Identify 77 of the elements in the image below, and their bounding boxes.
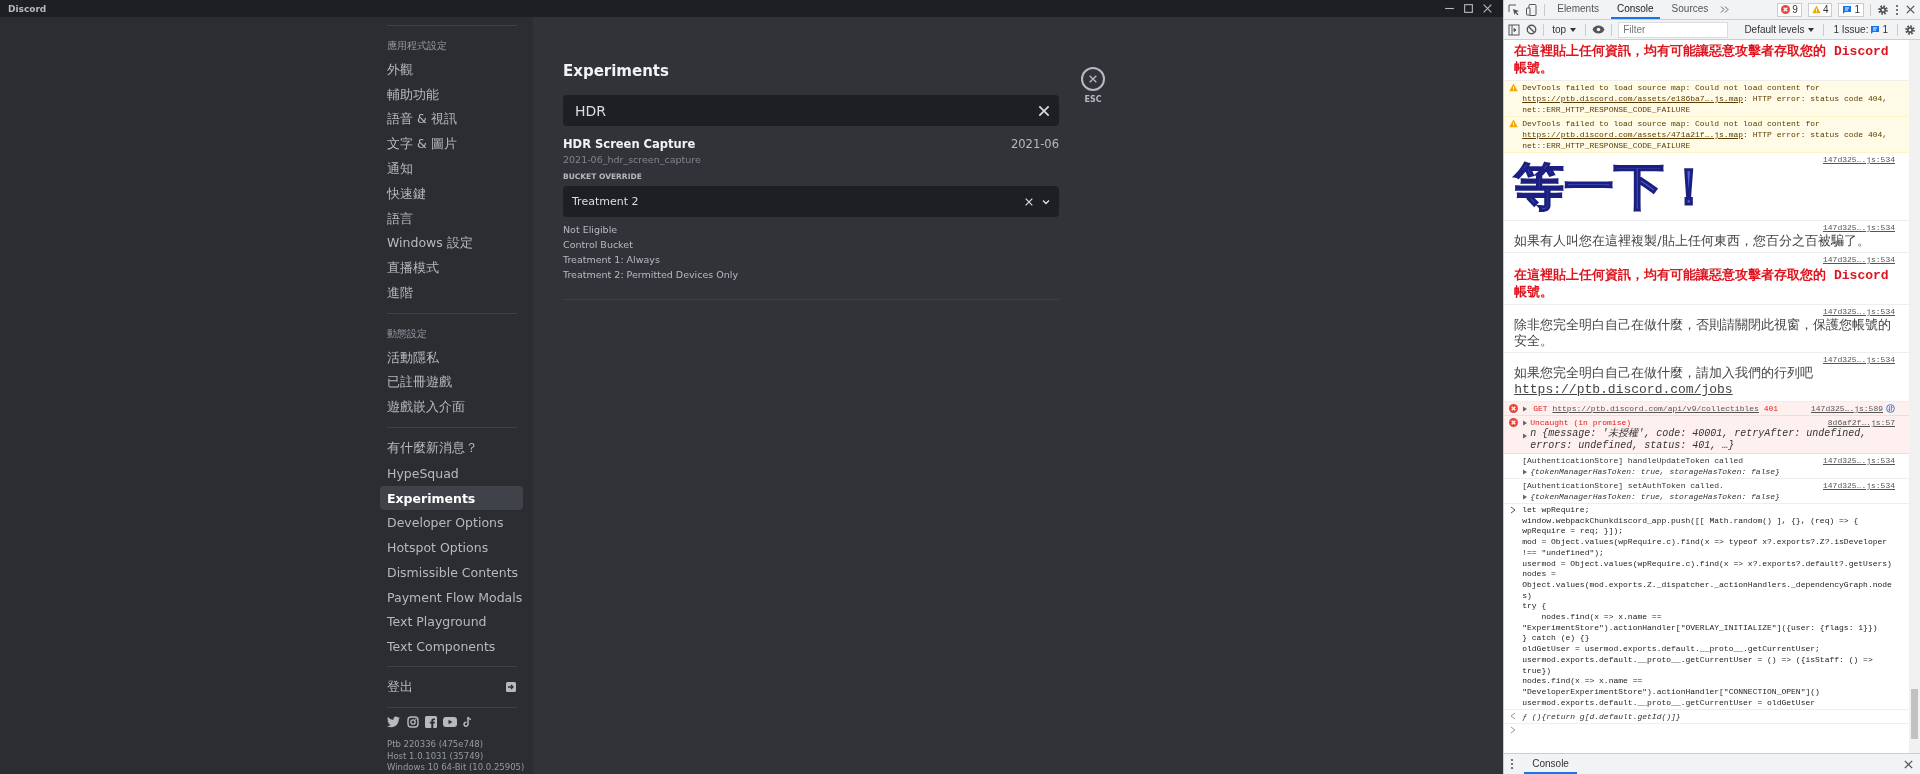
sidebar-item[interactable]: 語言 [380, 206, 523, 232]
esc-label: ESC [1084, 95, 1102, 104]
sidebar-item[interactable]: 直播模式 [380, 256, 523, 281]
sidebar-item[interactable]: Dismissible Contents [380, 559, 523, 585]
source-link[interactable]: 147d325….js:534 [1823, 455, 1895, 466]
log-object: {tokenManagerHasToken: true, storageHasToken: false} [1530, 466, 1780, 477]
filter-field[interactable]: Filter [1618, 21, 1729, 38]
source-link[interactable]: 147d325….js:534 [1823, 480, 1895, 491]
source-link[interactable]: 147d325….js:534 [1823, 306, 1895, 317]
sidebar-item[interactable]: 通知 [380, 157, 523, 182]
sidebar-item[interactable]: 活動隱私 [380, 345, 523, 371]
bucket-option: Control Bucket [563, 237, 1059, 252]
sidebar-item[interactable]: 語音 & 視訊 [380, 107, 523, 133]
sidebar-item[interactable]: Developer Options [380, 510, 523, 536]
experiment-id: 2021-06_hdr_screen_capture [563, 154, 702, 165]
log-message: [AuthenticationStore] handleUpdateToken called [1522, 455, 1744, 466]
error-message: GET https://ptb.discord.com/api/v9/collectibles 401 [1533, 403, 1779, 414]
bucket-option: Treatment 1: Always [563, 252, 1059, 267]
issues-button[interactable]: 1 Issue: 1 [1830, 22, 1891, 37]
code-text: let wpRequire; window.webpackChunkdiscord_app.push([[ Math.random() ], {}, (req) => { wpRequire = req; }]); mod = Object.values(wpRequire.c).find(x => typeof x?.exports?.Z?.isDeveloper !== "undefined"); usermod = Object.values(wpRequire.c).find(x => x?.exports?.default?.getUsers) nodes = Object.values(mod.exports.Z._dispatcher._actionHandlers._dependencyGraph.nodes) try { nodes.find(x => x.name == "ExperimentStore").actionHandler["OVERLAY_INITIALIZE"]({user: {flags: 1}}) } catch (e) {} oldGetUser = usermod.exports.default.__proto__.getCurrentUser; usermod.exports.default.__proto__.getCurrentUser = () => ({isStaff: () => true}) nodes.find(x => x.name == "DeveloperExperimentStore").actionHandler["CONNECTION_OPEN"]() usermod.exports.default.__proto__.getCurrentUser = oldGetUser [1522, 505, 1893, 709]
source-link[interactable]: 147d325….js:589 [1811, 403, 1883, 414]
error-object: n {message: '未授權', code: 40001, retryAfter: undefined, errors: undefined, status: 401, …} [1530, 428, 1867, 452]
levels-dropdown[interactable]: Default levels [1742, 24, 1818, 35]
bucket-dropdown[interactable]: Treatment 2 [563, 186, 1059, 217]
source-link[interactable]: 147d325….js:534 [1823, 254, 1895, 265]
section-header: 應用程式設定 [386, 38, 448, 53]
experiment-name: HDR Screen Capture [563, 137, 696, 151]
context-dropdown[interactable]: top [1550, 24, 1580, 35]
notice-message: 如果您完全明白自己在做什麼，請加入我們的行列吧 https://ptb.discord.com/jobs [1513, 365, 1815, 399]
result-text: ƒ (){return g[d.default.getId()]} [1522, 712, 1681, 722]
jobs-link[interactable]: https://ptb.discord.com/jobs [1514, 382, 1733, 397]
sidebar-item[interactable]: 快速鍵 [380, 181, 523, 207]
message-count-button[interactable]: 1 [1838, 2, 1864, 17]
version-text: Ptb 220336 (475e748) [386, 739, 484, 751]
warning-message: 在這裡貼上任何資訊，均有可能讓惡意攻擊者存取您的 Discord 帳號。 [1513, 267, 1890, 302]
window-title: Discord [8, 3, 48, 14]
sidebar-item[interactable]: 已註冊遊戲 [380, 370, 523, 396]
source-link[interactable]: 147d325….js:534 [1823, 222, 1895, 233]
log-message: [AuthenticationStore] setAuthToken called. [1522, 480, 1724, 491]
source-link[interactable]: 147d325….js:534 [1823, 154, 1895, 165]
sidebar-item[interactable]: HypeSquad [380, 460, 523, 486]
sidebar-item[interactable]: Windows 設定 [380, 231, 523, 257]
warning-message: 在這裡貼上任何資訊，均有可能讓惡意攻擊者存取您的 Discord 帳號。 [1513, 43, 1890, 78]
source-link[interactable]: 8d6af2f….js:57 [1827, 417, 1895, 428]
version-text: Windows 10 64-Bit (10.0.25905) [386, 762, 523, 774]
sidebar-item[interactable]: Hotspot Options [380, 535, 523, 560]
sidebar-item[interactable]: 有什麼新消息？ [380, 436, 523, 461]
bucket-option: Treatment 2: Permitted Devices Only [563, 267, 1059, 282]
warning-message: DevTools failed to load source map: Could not load content for https://ptb.discord.com/assets/471a21f….js.map: HTTP error: status code 404, net::ERR_HTTP_RESPONSE_CODE_FAILURE [1522, 118, 1889, 151]
sidebar-item[interactable]: Text Components [380, 634, 523, 660]
sidebar-item[interactable]: 輔助功能 [380, 82, 523, 108]
section-header: 動態設定 [386, 326, 428, 341]
notice-message: 如果有人叫您在這裡複製/貼上任何東西，您百分之百被騙了。 [1513, 233, 1871, 250]
search-field[interactable]: HDR [563, 95, 1059, 126]
error-count-button[interactable]: 9 [1777, 2, 1802, 17]
notice-message: 除非您完全明白自己在做什麼，否則請關閉此視窗，保護您帳號的安全。 [1513, 317, 1893, 350]
logout-button[interactable]: 登出 [380, 675, 523, 700]
error-message: Uncaught (in promise) [1530, 417, 1632, 427]
sidebar-item[interactable]: Text Playground [380, 609, 523, 635]
bucket-option: Not Eligible [563, 222, 1059, 237]
sidebar-item[interactable]: 遊戲嵌入介面 [380, 395, 523, 421]
sidebar-item[interactable]: 文字 & 圖片 [380, 132, 523, 158]
sidebar-item[interactable]: 進階 [380, 281, 523, 306]
sidebar-item[interactable]: Payment Flow Modals [380, 584, 523, 610]
source-link[interactable]: 147d325….js:534 [1823, 354, 1895, 365]
page-title: Experiments [563, 62, 670, 80]
drawer-tab[interactable]: Console [1524, 754, 1577, 774]
experiment-date: 2021-06 [1010, 137, 1059, 151]
sidebar-item[interactable]: Experiments [380, 485, 523, 511]
panel-tab[interactable]: Elements [1551, 0, 1605, 19]
version-text: Host 1.0.1031 (35749) [386, 750, 485, 763]
request-link[interactable]: https://ptb.discord.com/api/v9/collectibles [1552, 404, 1759, 413]
panel-tab[interactable]: Sources [1665, 0, 1715, 19]
warning-message: DevTools failed to load source map: Could not load content for https://ptb.discord.com/assets/e186ba7….js.map: HTTP error: status code 404, net::ERR_HTTP_RESPONSE_CODE_FAILURE [1522, 82, 1889, 115]
log-object: {tokenManagerHasToken: true, storageHasToken: false} [1530, 491, 1780, 502]
sidebar-item[interactable]: 外觀 [380, 57, 523, 83]
warning-count-button[interactable]: 4 [1807, 2, 1833, 17]
